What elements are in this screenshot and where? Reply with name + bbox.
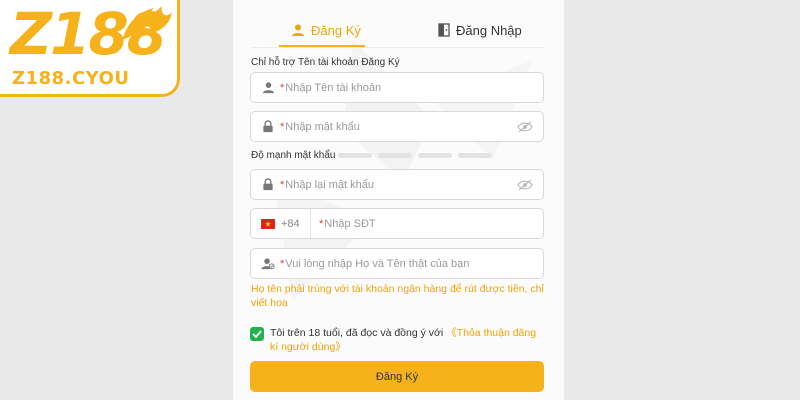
username-field[interactable]: *Nhập Tên tài khoản: [250, 72, 544, 103]
tab-login-label: Đăng Nhập: [456, 22, 522, 38]
checkmark-icon: [252, 330, 262, 338]
confirm-password-field[interactable]: *Nhập lại mật khẩu: [250, 169, 544, 200]
fullname-field[interactable]: *Vui lòng nhập Họ và Tên thật của bạn: [250, 248, 544, 279]
password-field[interactable]: *Nhập mật khẩu: [250, 111, 544, 142]
register-button[interactable]: Đăng Ký: [250, 361, 544, 392]
password-placeholder: Nhập mật khẩu: [285, 120, 360, 133]
password-strength-meter: [338, 153, 492, 158]
vietnam-flag-icon: [261, 218, 275, 229]
terms-agreement: Tôi trên 18 tuổi, đã đọc và đồng ý với 《…: [250, 326, 545, 354]
phone-field[interactable]: +84 *Nhập SĐT: [250, 208, 544, 239]
username-placeholder: Nhập Tên tài khoản: [285, 81, 382, 94]
eye-slash-icon[interactable]: [517, 120, 533, 138]
lock-icon: [261, 178, 275, 192]
required-mark: *: [280, 257, 285, 270]
logo-wordmark: Z188: [10, 0, 167, 68]
lock-icon: [261, 120, 275, 134]
strength-segment: [418, 153, 452, 158]
login-door-icon: [438, 23, 450, 37]
country-code: +84: [281, 217, 300, 230]
required-mark: *: [280, 81, 285, 94]
auth-tabs: Đăng Ký Đăng Nhập: [251, 12, 545, 48]
logo-domain: Z188.CYOU: [12, 68, 130, 89]
user-icon: [292, 24, 304, 36]
strength-segment: [378, 153, 412, 158]
tab-register-label: Đăng Ký: [311, 22, 361, 38]
required-mark: *: [319, 217, 324, 230]
active-tab-indicator: [279, 45, 365, 47]
terms-text: Tôi trên 18 tuổi, đã đọc và đồng ý với: [270, 327, 444, 339]
confirm-password-placeholder: Nhập lại mật khẩu: [285, 178, 374, 191]
strength-segment: [458, 153, 492, 158]
fullname-placeholder: Vui lòng nhập Họ và Tên thật của bạn: [285, 257, 470, 270]
register-panel: Đăng Ký Đăng Nhập Chỉ hỗ trợ Tên tài kho…: [233, 0, 564, 400]
terms-checkbox[interactable]: [250, 327, 264, 341]
username-hint: Chỉ hỗ trợ Tên tài khoản Đăng Ký: [251, 57, 400, 68]
required-mark: *: [280, 120, 285, 133]
country-code-selector[interactable]: +84: [251, 209, 311, 238]
eye-slash-icon[interactable]: [517, 178, 533, 196]
required-mark: *: [280, 178, 285, 191]
user-icon: [261, 81, 275, 95]
tab-register[interactable]: Đăng Ký: [291, 12, 361, 48]
fullname-warning: Họ tên phải trùng với tài khoản ngân hàn…: [251, 283, 544, 309]
user-check-icon: [261, 257, 275, 271]
strength-segment: [338, 153, 372, 158]
password-strength-label: Độ mạnh mật khẩu: [251, 150, 336, 161]
tab-login[interactable]: Đăng Nhập: [438, 12, 522, 48]
phone-placeholder: Nhập SĐT: [324, 217, 376, 230]
brand-logo: Z188 Z188.CYOU: [0, 0, 180, 97]
